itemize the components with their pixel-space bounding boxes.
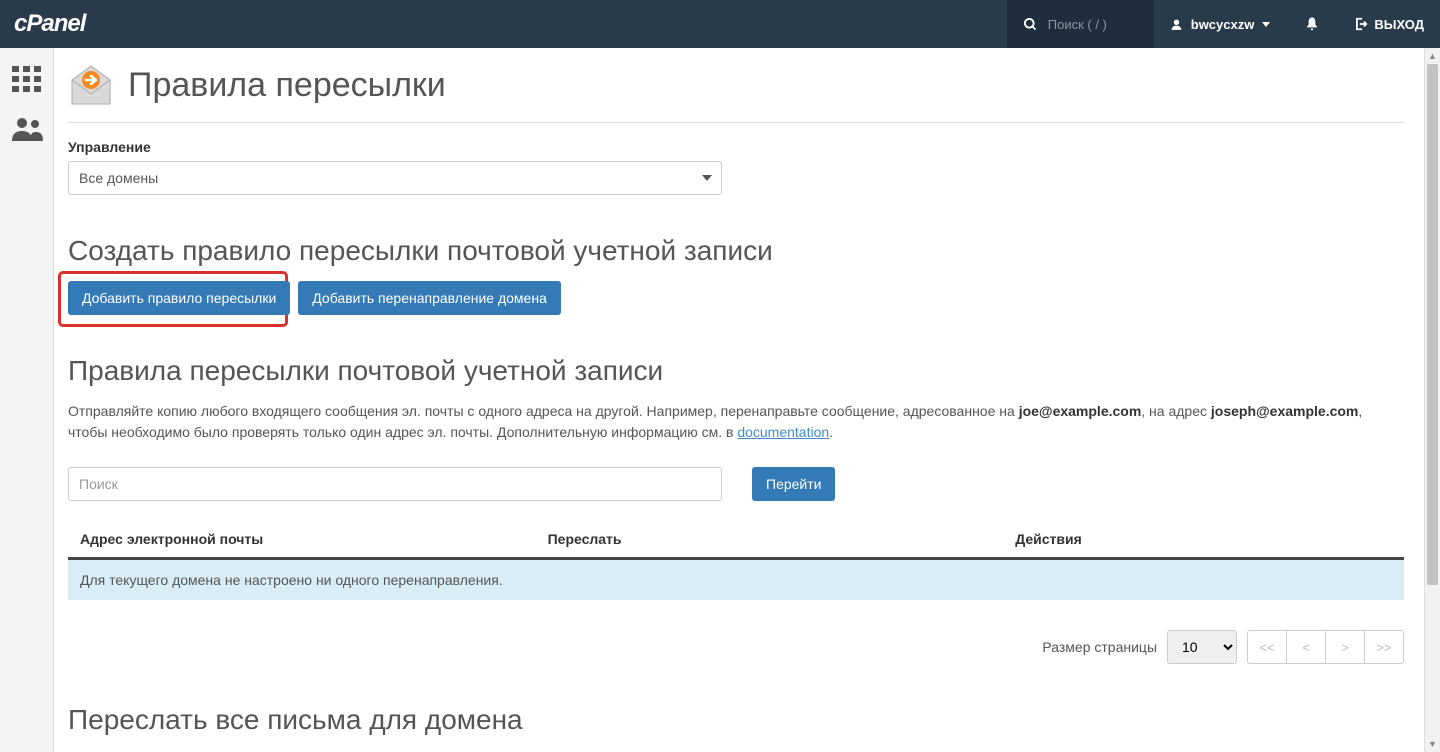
pager-first-button[interactable]: << <box>1247 630 1287 664</box>
scrollbar-thumb[interactable] <box>1427 64 1438 585</box>
forwarder-envelope-icon <box>68 62 114 108</box>
col-actions: Действия <box>1003 521 1404 559</box>
navbar-left: cPanel <box>0 10 85 38</box>
bell-icon <box>1304 16 1320 32</box>
manage-section: Управление Все домены <box>68 139 1404 195</box>
add-forwarder-button[interactable]: Добавить правило пересылки <box>68 281 290 315</box>
search-go-button[interactable]: Перейти <box>752 467 835 501</box>
pager-next-button[interactable]: > <box>1325 630 1365 664</box>
caret-down-icon <box>1262 22 1270 27</box>
nav-logout-button[interactable]: ВЫХОД <box>1338 0 1440 48</box>
forwarders-table: Адрес электронной почты Переслать Действ… <box>68 521 1404 600</box>
col-forward: Переслать <box>536 521 1004 559</box>
scrollbar-up-arrow[interactable]: ▲ <box>1425 48 1440 64</box>
nav-username: bwcycxzw <box>1191 17 1255 32</box>
nav-notifications[interactable] <box>1286 0 1338 48</box>
empty-message: Для текущего домена не настроено ни одно… <box>68 559 1404 601</box>
create-section-title: Создать правило пересылки почтовой учетн… <box>68 235 1404 267</box>
nav-user-menu[interactable]: bwcycxzw <box>1154 0 1287 48</box>
forwarder-search-input[interactable] <box>68 467 722 501</box>
nav-search-box[interactable] <box>1007 0 1154 48</box>
vertical-scrollbar[interactable]: ▲ ▼ <box>1424 48 1440 752</box>
cpanel-logo[interactable]: cPanel <box>14 10 85 38</box>
page-size-select[interactable]: 10 <box>1167 630 1237 664</box>
page-title: Правила пересылки <box>128 66 446 105</box>
domain-forward-title: Переслать все письма для домена <box>68 704 1404 736</box>
navbar-right: bwcycxzw ВЫХОД <box>1007 0 1440 48</box>
pagination-row: Размер страницы 10 << < > >> <box>68 630 1404 664</box>
nav-search-input[interactable] <box>1048 17 1138 32</box>
col-email: Адрес электронной почты <box>68 521 536 559</box>
sidebar-apps-icon[interactable] <box>12 66 42 92</box>
rules-description: Отправляйте копию любого входящего сообщ… <box>68 401 1404 443</box>
user-icon <box>1170 18 1183 31</box>
pager-prev-button[interactable]: < <box>1286 630 1326 664</box>
page-header: Правила пересылки <box>68 62 1404 123</box>
documentation-link[interactable]: documentation <box>737 424 829 440</box>
search-icon <box>1023 17 1038 32</box>
main-content: Правила пересылки Управление Все домены … <box>54 48 1424 752</box>
main-layout: Правила пересылки Управление Все домены … <box>0 48 1440 752</box>
page-size-label: Размер страницы <box>1042 639 1157 655</box>
pager: << < > >> <box>1247 630 1404 664</box>
logout-label: ВЫХОД <box>1374 17 1424 32</box>
pager-last-button[interactable]: >> <box>1364 630 1404 664</box>
search-row: Перейти <box>68 467 1404 501</box>
domain-select[interactable]: Все домены <box>68 161 722 195</box>
add-domain-forwarder-button[interactable]: Добавить перенаправление домена <box>298 281 561 315</box>
table-empty-row: Для текущего домена не настроено ни одно… <box>68 559 1404 601</box>
scrollbar-down-arrow[interactable]: ▼ <box>1425 736 1440 752</box>
sidebar <box>0 48 54 752</box>
rules-section-title: Правила пересылки почтовой учетной запис… <box>68 355 1404 387</box>
top-navbar: cPanel bwcycxzw ВЫХОД <box>0 0 1440 48</box>
create-buttons-row: Добавить правило пересылки Добавить пере… <box>68 281 1404 315</box>
logout-icon <box>1354 17 1368 31</box>
sidebar-users-icon[interactable] <box>12 116 42 142</box>
manage-label: Управление <box>68 139 1404 155</box>
